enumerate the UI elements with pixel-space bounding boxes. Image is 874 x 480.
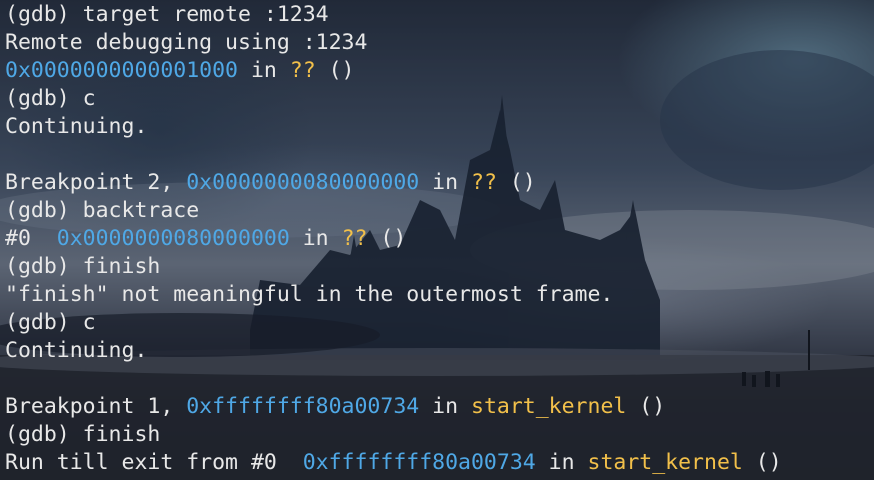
memory-address: 0x0000000080000000	[56, 226, 290, 251]
terminal-line: #0 0x0000000080000000 in ?? ()	[5, 225, 874, 253]
memory-address: 0xffffffff80a00734	[186, 394, 420, 419]
terminal-line: Continuing.	[5, 113, 874, 141]
terminal-text: Run till exit from #0	[5, 450, 303, 475]
terminal-text: (gdb) target remote :1234	[5, 2, 329, 27]
terminal-line: (gdb) target remote :1234	[5, 1, 874, 29]
terminal-line: (gdb) finish	[5, 253, 874, 281]
function-symbol: ??	[289, 58, 316, 83]
function-symbol: start_kernel	[471, 394, 627, 419]
function-symbol: start_kernel	[587, 450, 743, 475]
terminal-text: ()	[496, 170, 536, 195]
terminal-text: ()	[626, 394, 666, 419]
terminal-line: (gdb) backtrace	[5, 197, 874, 225]
terminal-text: in	[289, 226, 342, 251]
terminal-text: ()	[742, 450, 782, 475]
terminal-text: (gdb) finish	[5, 422, 161, 447]
terminal-text: Breakpoint 2,	[5, 170, 187, 195]
terminal-text: Continuing.	[5, 114, 148, 139]
terminal-text: Continuing.	[5, 338, 148, 363]
gdb-terminal-output[interactable]: (gdb) target remote :1234 Remote debuggin…	[5, 1, 874, 477]
memory-address: 0x0000000080000000	[186, 170, 420, 195]
terminal-line: Breakpoint 2, 0x0000000080000000 in ?? (…	[5, 169, 874, 197]
terminal-text: (gdb) finish	[5, 254, 161, 279]
terminal-line: (gdb) c	[5, 309, 874, 337]
terminal-line: (gdb) c	[5, 85, 874, 113]
memory-address: 0xffffffff80a00734	[302, 450, 536, 475]
terminal-text: in	[419, 394, 471, 419]
terminal-line: (gdb) finish	[5, 421, 874, 449]
terminal-text: Remote debugging using :1234	[5, 30, 368, 55]
terminal-text: (gdb) c	[5, 310, 96, 335]
function-symbol: ??	[341, 226, 368, 251]
terminal-text: (gdb) backtrace	[5, 198, 200, 223]
terminal-line: Remote debugging using :1234	[5, 29, 874, 57]
terminal-text: in	[238, 58, 290, 83]
terminal-text: (gdb) c	[5, 86, 96, 111]
function-symbol: ??	[471, 170, 497, 195]
terminal-line: 0x0000000000001000 in ?? ()	[5, 57, 874, 85]
terminal-line: Continuing.	[5, 337, 874, 365]
terminal-text: ()	[315, 58, 355, 83]
terminal-line: "finish" not meaningful in the outermost…	[5, 281, 874, 309]
terminal-text: Breakpoint 1,	[5, 394, 187, 419]
terminal-text: "finish" not meaningful in the outermost…	[5, 282, 614, 307]
terminal-line: Run till exit from #0 0xffffffff80a00734…	[5, 449, 874, 477]
terminal-text: in	[535, 450, 588, 475]
terminal-text: ()	[367, 226, 407, 251]
terminal-text: #0	[5, 226, 57, 251]
terminal-line: Breakpoint 1, 0xffffffff80a00734 in star…	[5, 393, 874, 421]
terminal-text: in	[419, 170, 471, 195]
memory-address: 0x0000000000001000	[5, 58, 238, 83]
